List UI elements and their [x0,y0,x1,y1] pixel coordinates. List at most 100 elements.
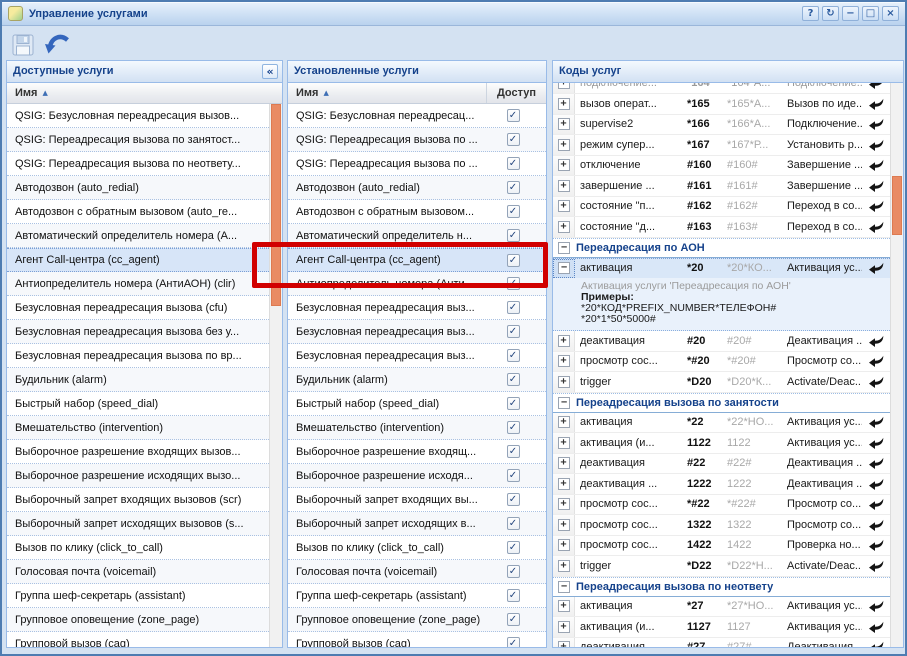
group-collapse-icon[interactable]: − [558,581,570,593]
collapse-row-icon[interactable]: − [558,262,570,274]
service-list-item[interactable]: Автоматический определитель номера (А... [7,224,269,248]
revert-button[interactable] [862,597,890,617]
installed-service-item[interactable]: Автодозвон (auto_redial)✓ [288,176,546,200]
installed-service-item[interactable]: QSIG: Переадресация вызова по ...✓ [288,128,546,152]
expand-row-icon[interactable]: + [558,376,570,388]
access-checkbox[interactable]: ✓ [507,254,520,267]
expand-row-icon[interactable]: + [558,416,570,428]
installed-service-item[interactable]: Выборочное разрешение исходя...✓ [288,464,546,488]
expand-row-icon[interactable]: + [558,159,570,171]
access-checkbox[interactable]: ✓ [507,373,520,386]
installed-service-item[interactable]: Будильник (alarm)✓ [288,368,546,392]
access-checkbox[interactable]: ✓ [507,277,520,290]
access-checkbox[interactable]: ✓ [507,325,520,338]
installed-service-item[interactable]: Безусловная переадресация выз...✓ [288,344,546,368]
access-checkbox[interactable]: ✓ [507,421,520,434]
revert-button[interactable] [862,474,890,494]
expand-row-icon[interactable]: + [558,200,570,212]
revert-button[interactable] [862,331,890,351]
service-list-item[interactable]: Автодозвон с обратным вызовом (auto_re..… [7,200,269,224]
minimize-button[interactable]: − [842,6,859,21]
expand-row-icon[interactable]: + [558,180,570,192]
access-checkbox[interactable]: ✓ [507,493,520,506]
expand-row-icon[interactable]: + [558,139,570,151]
service-list-item[interactable]: Быстрый набор (speed_dial) [7,392,269,416]
expand-row-icon[interactable]: + [558,83,570,89]
installed-service-item[interactable]: Автодозвон с обратным вызовом...✓ [288,200,546,224]
service-list-item[interactable]: Голосовая почта (voicemail) [7,560,269,584]
service-code-row[interactable]: +supervise2*166*166*А...Подключение... [553,115,890,136]
access-checkbox[interactable]: ✓ [507,229,520,242]
close-button[interactable]: × [882,6,899,21]
expand-row-icon[interactable]: + [558,560,570,572]
revert-button[interactable] [862,259,890,279]
installed-service-item[interactable]: Безусловная переадресация выз...✓ [288,320,546,344]
expand-row-icon[interactable]: + [558,519,570,531]
help-button[interactable]: ? [802,6,819,21]
revert-button[interactable] [862,156,890,176]
expand-row-icon[interactable]: + [558,355,570,367]
access-checkbox[interactable]: ✓ [507,565,520,578]
group-collapse-icon[interactable]: − [558,397,570,409]
service-list-item[interactable]: QSIG: Безусловная переадресация вызов... [7,104,269,128]
available-column-header[interactable]: Имя ▲ [7,83,282,104]
revert-button[interactable] [862,617,890,637]
service-list-item[interactable]: QSIG: Переадресация вызова по неответу..… [7,152,269,176]
codes-scrollbar[interactable] [890,83,903,647]
installed-service-item[interactable]: Группа шеф-секретарь (assistant)✓ [288,584,546,608]
undo-button[interactable] [45,32,71,58]
service-code-row[interactable]: +состояние "д...#163#163#Переход в со... [553,217,890,238]
revert-button[interactable] [862,217,890,237]
installed-service-item[interactable]: Антиопределитель номера (Анти...✓ [288,272,546,296]
service-list-item[interactable]: QSIG: Переадресация вызова по занятост..… [7,128,269,152]
access-checkbox[interactable]: ✓ [507,469,520,482]
access-checkbox[interactable]: ✓ [507,541,520,554]
access-checkbox[interactable]: ✓ [507,397,520,410]
service-list-item[interactable]: Автодозвон (auto_redial) [7,176,269,200]
revert-button[interactable] [862,372,890,392]
service-code-row[interactable]: +просмотр сос...*#22*#22#Просмотр со... [553,495,890,516]
service-code-row[interactable]: +состояние "п...#162#162#Переход в со... [553,197,890,218]
access-checkbox[interactable]: ✓ [507,589,520,602]
service-list-item[interactable]: Выборочное разрешение входящих вызов... [7,440,269,464]
save-button[interactable] [10,32,36,58]
service-list-item[interactable]: Выборочное разрешение исходящих вызо... [7,464,269,488]
service-code-row[interactable]: +просмотр сос...13221322Просмотр со... [553,515,890,536]
installed-service-item[interactable]: Автоматический определитель н...✓ [288,224,546,248]
revert-button[interactable] [862,115,890,135]
access-checkbox[interactable]: ✓ [507,517,520,530]
installed-service-item[interactable]: QSIG: Переадресация вызова по ...✓ [288,152,546,176]
service-code-row[interactable]: +просмотр сос...14221422Проверка но... [553,536,890,557]
available-scrollbar-thumb[interactable] [271,104,281,306]
revert-button[interactable] [862,83,890,93]
installed-column-header[interactable]: Имя ▲ Доступ [288,83,546,104]
panel-collapse-button[interactable]: « [262,64,278,79]
service-code-row[interactable]: −активация*20*20*КО...Активация ус... [553,258,890,279]
revert-button[interactable] [862,515,890,535]
service-list-item[interactable]: Антиопределитель номера (АнтиАОН) (clir) [7,272,269,296]
expand-row-icon[interactable]: + [558,335,570,347]
installed-service-item[interactable]: Безусловная переадресация выз...✓ [288,296,546,320]
expand-row-icon[interactable]: + [558,98,570,110]
service-code-row[interactable]: +активация*27*27*НО...Активация ус... [553,597,890,618]
expand-row-icon[interactable]: + [558,478,570,490]
expand-row-icon[interactable]: + [558,641,570,647]
expand-row-icon[interactable]: + [558,221,570,233]
revert-button[interactable] [862,556,890,576]
service-code-row[interactable]: +отключение#160#160#Завершение ... [553,156,890,177]
installed-service-item[interactable]: Выборочный запрет входящих вы...✓ [288,488,546,512]
access-checkbox[interactable]: ✓ [507,301,520,314]
expand-row-icon[interactable]: + [558,539,570,551]
expand-row-icon[interactable]: + [558,457,570,469]
group-collapse-icon[interactable]: − [558,242,570,254]
service-code-row[interactable]: +trigger*D20*D20*К...Activate/Deac... [553,372,890,393]
expand-row-icon[interactable]: + [558,621,570,633]
service-code-row[interactable]: +просмотр сос...*#20*#20#Просмотр со... [553,352,890,373]
revert-button[interactable] [862,176,890,196]
service-list-item[interactable]: Агент Call-центра (cc_agent) [7,248,269,272]
installed-service-item[interactable]: Выборочный запрет исходящих в...✓ [288,512,546,536]
expand-row-icon[interactable]: + [558,498,570,510]
revert-button[interactable] [862,197,890,217]
access-checkbox[interactable]: ✓ [507,157,520,170]
service-code-row[interactable]: +завершение ...#161#161#Завершение ... [553,176,890,197]
